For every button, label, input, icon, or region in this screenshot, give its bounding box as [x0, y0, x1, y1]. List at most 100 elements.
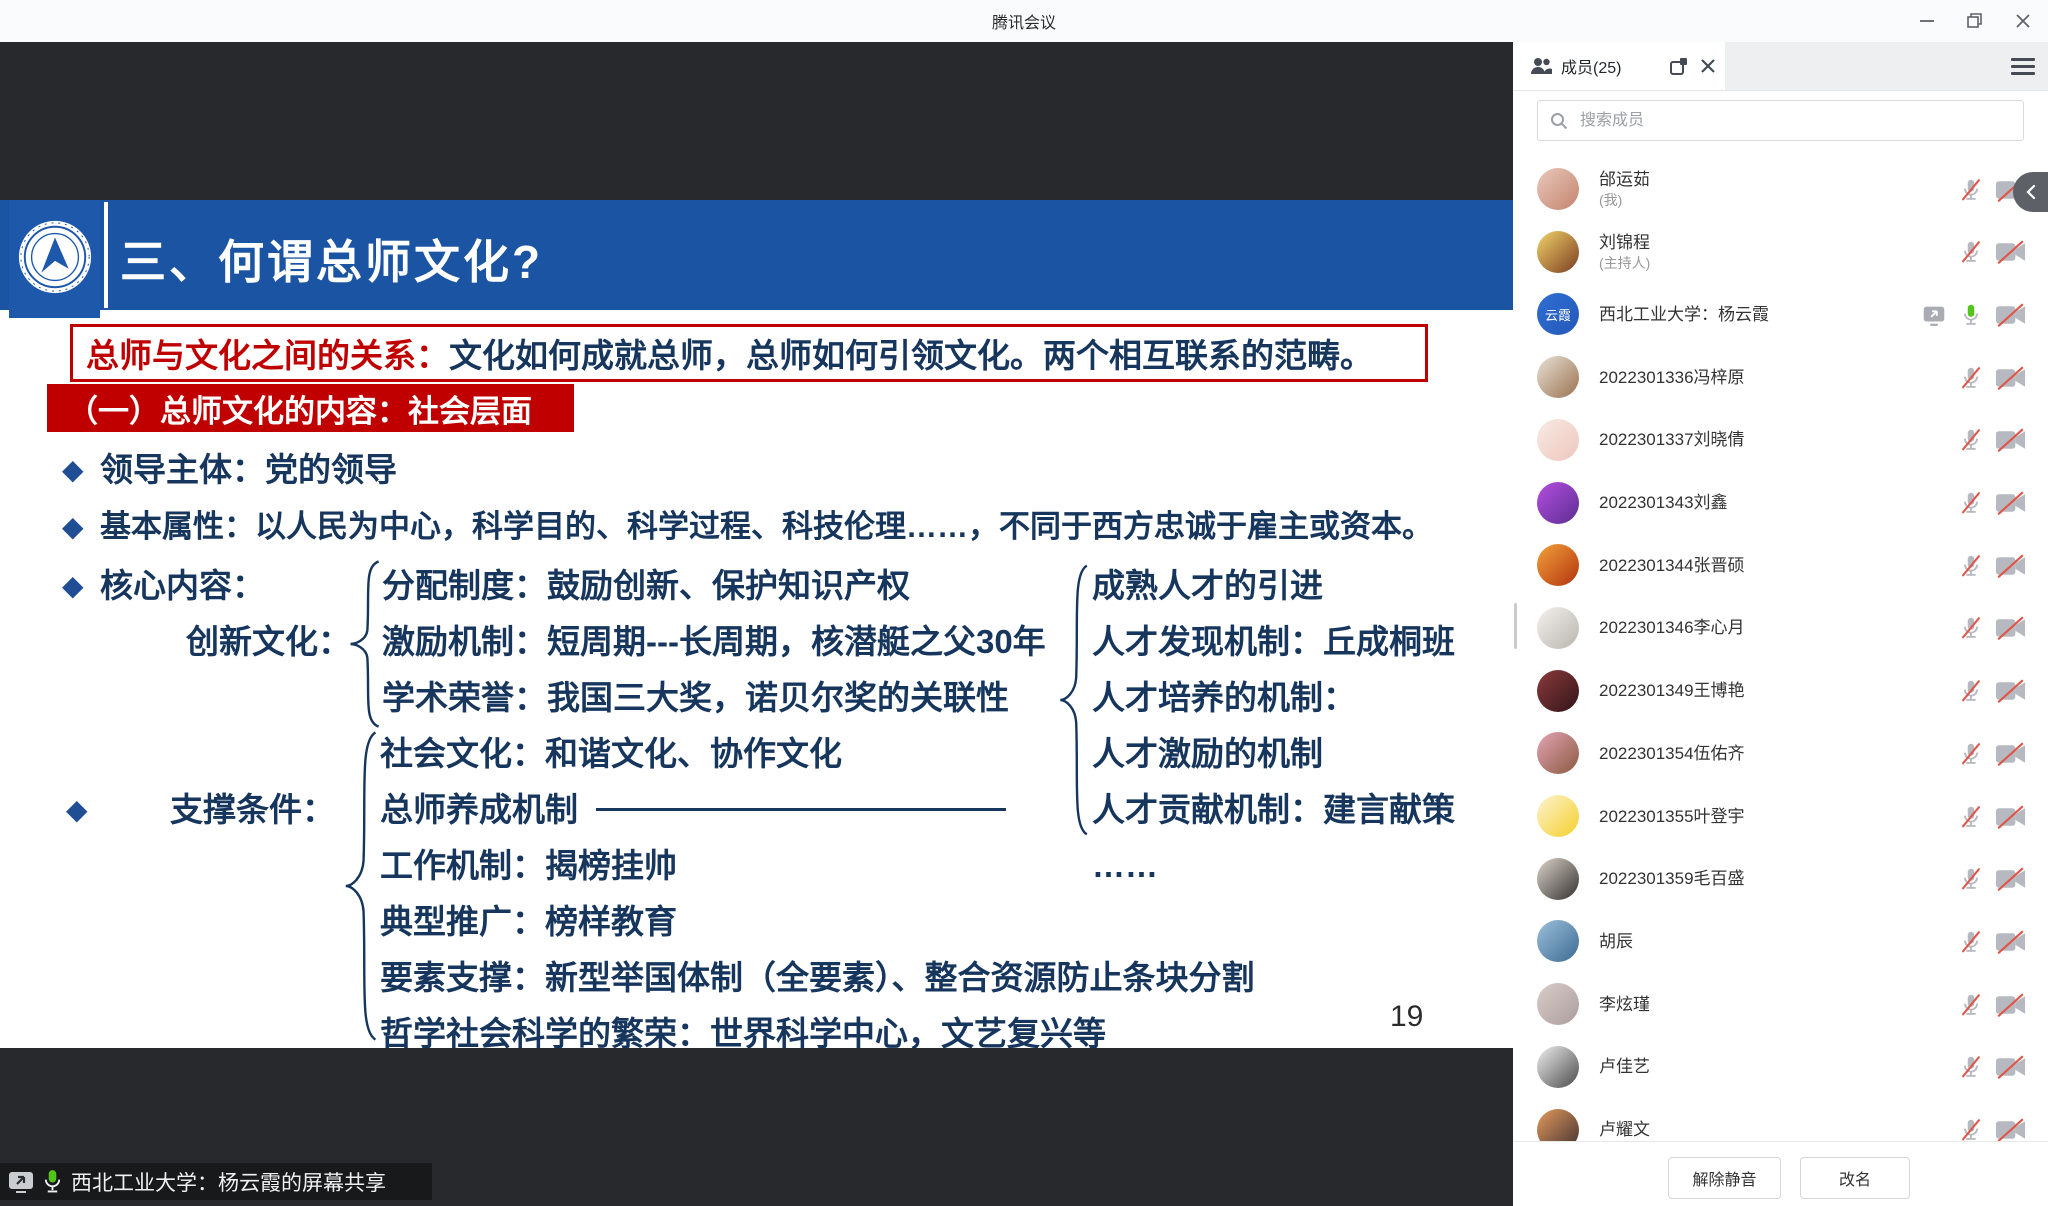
- camera-off-icon[interactable]: [1994, 302, 2027, 328]
- mic-muted-icon[interactable]: [1957, 364, 1985, 392]
- scrollbar-thumb[interactable]: [1514, 603, 1517, 649]
- window-title: 腾讯会议: [992, 9, 1056, 33]
- member-name: 2022301355叶登宇: [1599, 806, 1745, 828]
- member-row[interactable]: 2022301346李心月: [1513, 597, 2048, 660]
- rename-button[interactable]: 改名: [1800, 1157, 1910, 1199]
- member-row[interactable]: 邰运茹 (我): [1513, 158, 2048, 221]
- camera-off-icon[interactable]: [1994, 365, 2027, 391]
- member-row[interactable]: 2022301359毛百盛: [1513, 848, 2048, 911]
- avatar: [1537, 356, 1579, 398]
- minimize-icon: [1918, 12, 1936, 30]
- member-row[interactable]: 2022301354伍佑齐: [1513, 722, 2048, 785]
- member-row[interactable]: 李炫瑾: [1513, 973, 2048, 1036]
- search-icon: [1550, 112, 1568, 130]
- hamburger-icon: [2011, 58, 2035, 61]
- close-panel-button[interactable]: [1697, 55, 1719, 77]
- member-row[interactable]: 2022301343刘鑫: [1513, 472, 2048, 535]
- camera-off-icon[interactable]: [1994, 678, 2027, 704]
- mic-muted-icon[interactable]: [1957, 238, 1985, 266]
- people-icon: [1529, 56, 1553, 76]
- mic-muted-icon[interactable]: [1957, 865, 1985, 893]
- camera-off-icon[interactable]: [1994, 427, 2027, 453]
- member-row[interactable]: 2022301337刘晓倩: [1513, 409, 2048, 472]
- mic-muted-icon[interactable]: [1957, 426, 1985, 454]
- member-row[interactable]: 卢佳艺: [1513, 1036, 2048, 1099]
- member-name: 2022301336冯梓原: [1599, 367, 1745, 389]
- camera-off-icon[interactable]: [1994, 615, 2027, 641]
- restore-button[interactable]: [1958, 4, 1992, 38]
- tree-line: 工作机制：揭榜挂帅: [380, 845, 677, 887]
- mic-muted-icon[interactable]: [1957, 928, 1985, 956]
- camera-off-icon[interactable]: [1994, 866, 2027, 892]
- member-name: 胡辰: [1599, 931, 1633, 953]
- member-row[interactable]: 2022301349王博艳: [1513, 660, 2048, 723]
- tree-line: 分配制度：鼓励创新、保护知识产权: [382, 565, 910, 607]
- relation-callout-box: 总师与文化之间的关系：文化如何成就总师，总师如何引领文化。两个相互联系的范畴。: [70, 324, 1428, 382]
- member-search-box[interactable]: [1537, 100, 2024, 141]
- member-row[interactable]: 云霞 西北工业大学：杨云霞: [1513, 283, 2048, 346]
- member-row[interactable]: 2022301355叶登宇: [1513, 785, 2048, 848]
- camera-off-icon[interactable]: [1994, 804, 2027, 830]
- mic-muted-icon[interactable]: [1957, 614, 1985, 642]
- member-list[interactable]: 邰运茹 (我): [1513, 142, 2048, 1141]
- mic-muted-icon[interactable]: [1957, 489, 1985, 517]
- member-name: 2022301354伍佑齐: [1599, 743, 1745, 765]
- member-row[interactable]: 2022301336冯梓原: [1513, 346, 2048, 409]
- camera-off-icon[interactable]: [1994, 1054, 2027, 1080]
- minimize-button[interactable]: [1910, 4, 1944, 38]
- member-row[interactable]: 卢耀文: [1513, 1099, 2048, 1142]
- section-heading-box: （一）总师文化的内容：社会层面: [47, 384, 574, 432]
- tree-line: 要素支撑：新型举国体制（全要素）、整合资源防止条块分割: [380, 957, 1255, 999]
- camera-off-icon[interactable]: [1994, 929, 2027, 955]
- brace-support: [341, 726, 379, 1046]
- close-icon: [2014, 12, 2032, 30]
- mic-muted-icon[interactable]: [1957, 803, 1985, 831]
- member-name: 2022301337刘晓倩: [1599, 429, 1745, 451]
- avatar: [1537, 482, 1579, 524]
- member-name: 卢佳艺: [1599, 1056, 1650, 1078]
- camera-off-icon[interactable]: [1994, 1117, 2027, 1141]
- mic-muted-icon[interactable]: [1957, 1053, 1985, 1081]
- tab-members[interactable]: 成员(25): [1513, 42, 1725, 90]
- screen-share-icon: [8, 1171, 34, 1193]
- mic-muted-icon[interactable]: [1957, 552, 1985, 580]
- collapse-panel-button[interactable]: [2013, 172, 2048, 212]
- avatar: [1537, 1109, 1579, 1142]
- unmute-button[interactable]: 解除静音: [1668, 1157, 1781, 1199]
- university-logo: [16, 218, 94, 296]
- mic-on-icon[interactable]: [1957, 301, 1985, 329]
- camera-off-icon[interactable]: [1994, 239, 2027, 265]
- mic-muted-icon[interactable]: [1957, 740, 1985, 768]
- panel-menu-button[interactable]: [2011, 55, 2035, 77]
- mic-muted-icon[interactable]: [1957, 991, 1985, 1019]
- mic-muted-icon[interactable]: [1957, 1116, 1985, 1141]
- relation-label: 总师与文化之间的关系：: [86, 337, 449, 374]
- avatar: [1537, 670, 1579, 712]
- mic-muted-icon[interactable]: [1957, 176, 1985, 204]
- avatar: [1537, 607, 1579, 649]
- mic-muted-icon[interactable]: [1957, 677, 1985, 705]
- avatar: 云霞: [1537, 293, 1579, 335]
- tree-line: 典型推广：榜样教育: [380, 901, 677, 943]
- popout-panel-button[interactable]: [1668, 55, 1690, 77]
- member-row[interactable]: 刘锦程 (主持人): [1513, 221, 2048, 284]
- close-window-button[interactable]: [2006, 4, 2040, 38]
- connector-line: [596, 808, 1006, 811]
- shared-screen-area: 三、何谓总师文化? 总师与文化之间的关系：文化如何成就总师，总师如何引领文化。两…: [0, 42, 1513, 1206]
- innovation-culture-label: 创新文化：: [186, 621, 351, 663]
- member-row[interactable]: 2022301344张晋硕: [1513, 534, 2048, 597]
- camera-off-icon[interactable]: [1994, 741, 2027, 767]
- members-panel: 成员(25): [1513, 42, 2048, 1206]
- slide-page-number: 19: [1390, 1000, 1423, 1034]
- member-row[interactable]: 胡辰: [1513, 910, 2048, 973]
- camera-off-icon[interactable]: [1994, 553, 2027, 579]
- mic-on-icon: [43, 1169, 62, 1194]
- camera-off-icon[interactable]: [1994, 992, 2027, 1018]
- tree-line: 人才发现机制：丘成桐班: [1092, 621, 1455, 663]
- brace-talent: [1056, 560, 1090, 840]
- bullet-diamond-icon: ◆: [62, 450, 84, 490]
- avatar: [1537, 544, 1579, 586]
- banner-separator: [104, 202, 108, 308]
- camera-off-icon[interactable]: [1994, 490, 2027, 516]
- search-input[interactable]: [1578, 111, 2023, 131]
